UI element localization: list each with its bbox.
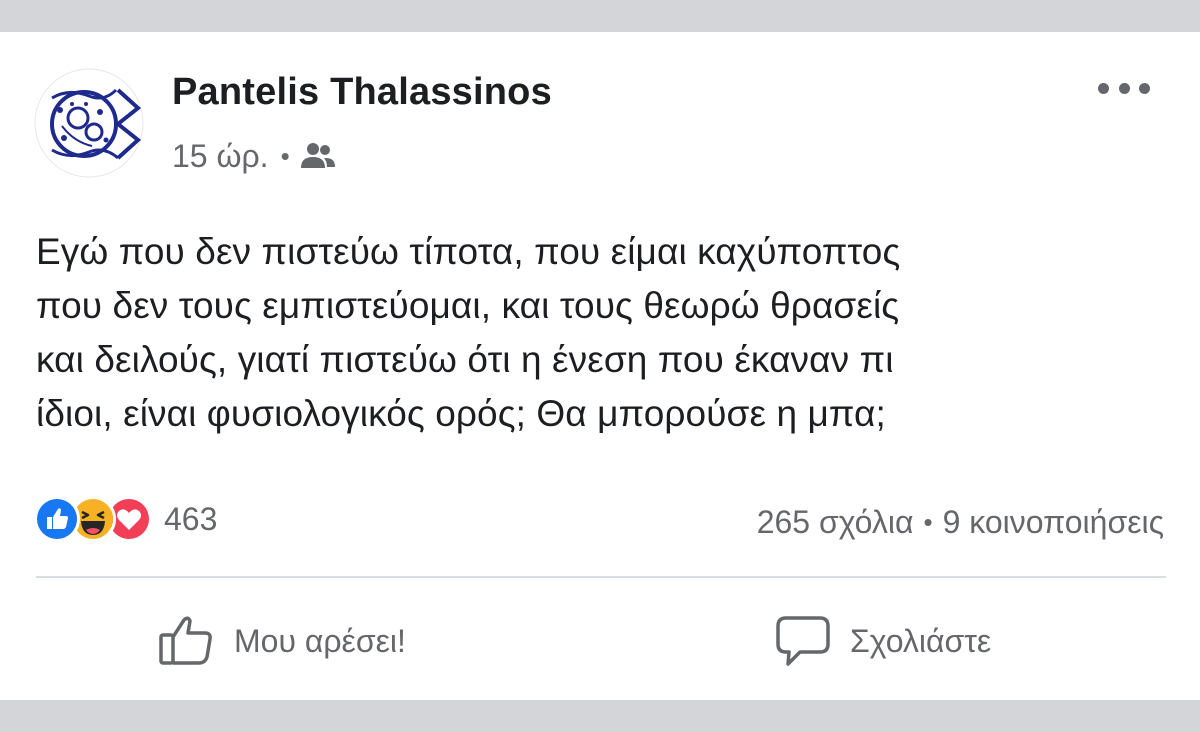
stats-separator: • — [923, 506, 933, 537]
friends-icon[interactable] — [300, 141, 336, 171]
avatar-logo-icon — [34, 68, 144, 178]
reaction-count: 463 — [164, 500, 218, 537]
more-options-icon[interactable] — [1098, 76, 1150, 100]
like-reaction-icon — [34, 496, 80, 542]
more-dot — [1118, 82, 1130, 94]
thumbs-up-icon — [159, 616, 212, 665]
comment-label: Σχολιάστε — [850, 622, 992, 659]
meta-separator: • — [280, 140, 290, 171]
comment-button[interactable]: Σχολιάστε — [776, 614, 991, 668]
more-dot — [1098, 82, 1109, 94]
comment-icon — [776, 616, 830, 666]
post-text-line: που δεν τους εμπιστεύομαι, και τους θεωρ… — [36, 285, 900, 326]
post-text: Εγώ που δεν πιστεύω τίποτα, που είμαι κα… — [36, 225, 1166, 441]
like-label: Μου αρέσει! — [234, 622, 406, 659]
post-text-line: ίδιοι, είναι φυσιολογικός ορός; Θα μπορο… — [36, 393, 886, 434]
avatar[interactable] — [34, 68, 144, 178]
post-text-line: Εγώ που δεν πιστεύω τίποτα, που είμαι κα… — [36, 231, 901, 272]
author-name[interactable]: Pantelis Thalassinos — [172, 71, 552, 114]
divider — [36, 576, 1166, 578]
post-time[interactable]: 15 ώρ. — [172, 138, 269, 175]
shares-count[interactable]: 9 κοινοποιήσεις — [943, 504, 1164, 541]
post-text-line: και δειλούς, γιατί πιστεύω ότι η ένεση π… — [36, 339, 894, 380]
more-dot — [1139, 82, 1150, 94]
post-card: Pantelis Thalassinos 15 ώρ. • Εγώ που δε… — [0, 32, 1200, 700]
comments-count[interactable]: 265 σχόλια — [757, 504, 914, 541]
like-button[interactable]: Μου αρέσει! — [158, 614, 406, 668]
post-meta: 15 ώρ. • — [172, 136, 336, 176]
reactions-summary[interactable]: 463 — [34, 495, 217, 543]
post-stats: 265 σχόλια • 9 κοινοποιήσεις — [757, 502, 1164, 542]
